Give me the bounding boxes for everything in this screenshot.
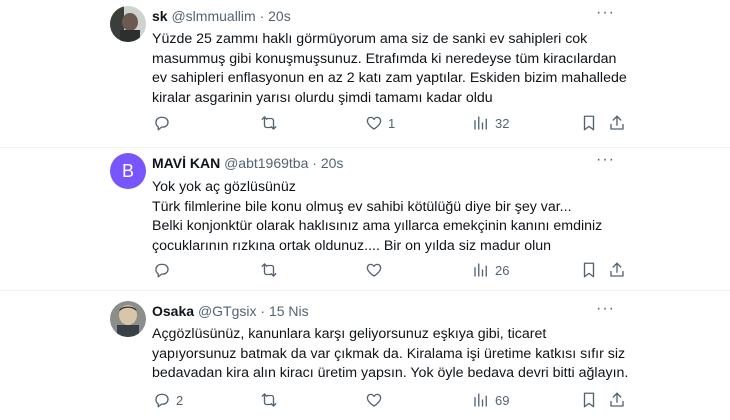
- user-handle[interactable]: @slmmuallim: [171, 8, 255, 24]
- tweet-line: Açgözlüsünüz, kanunlara karşı geliyorsun…: [152, 326, 547, 342]
- reply-icon: [155, 116, 169, 131]
- tweet-line: ev sahipleri enflasyonun en az 2 katı za…: [152, 70, 627, 86]
- like-button[interactable]: 1: [365, 113, 395, 133]
- views-icon: [474, 263, 487, 277]
- avatar-letter: B: [121, 160, 134, 181]
- avatar[interactable]: B: [110, 153, 146, 189]
- avatar[interactable]: [110, 301, 146, 337]
- tweet-line: yapıyorsunuz batmak da var çıkmak da. Ki…: [152, 345, 626, 362]
- views-icon: [474, 116, 487, 130]
- bookmark-icon: [583, 262, 595, 278]
- avatar-photo: [110, 6, 146, 42]
- reply-count: 2: [176, 392, 184, 408]
- bookmark-icon: [583, 115, 595, 131]
- views-icon: [474, 393, 487, 407]
- retweet-button[interactable]: [260, 390, 283, 410]
- reply-button[interactable]: 2: [153, 390, 183, 410]
- tweet-line: Yok yok aç gözlüsünüz: [152, 179, 296, 195]
- avatar-photo: [110, 301, 146, 337]
- more-icon[interactable]: ···: [596, 300, 615, 318]
- share-button[interactable]: [608, 390, 626, 410]
- action-bar: 1 32: [0, 113, 730, 133]
- timestamp[interactable]: 15 Nis: [269, 303, 309, 319]
- reply-button[interactable]: [153, 260, 176, 280]
- tweet-line: Yüzde 25 zammı haklı görmüyorum ama siz …: [152, 31, 588, 47]
- like-icon: [366, 393, 382, 407]
- tweet-line: Belki konjonktür olarak haklısınız ama y…: [152, 218, 603, 234]
- views-button[interactable]: 26: [472, 260, 509, 280]
- separator: ·: [260, 303, 266, 319]
- like-icon: [366, 116, 382, 130]
- share-button[interactable]: [608, 113, 626, 133]
- tweet-text: Açgözlüsünüz, kanunlara karşı geliyorsun…: [152, 325, 632, 384]
- share-icon: [610, 262, 624, 277]
- tweet-line: Türk filmlerine bile konu olmuş ev sahib…: [152, 198, 572, 215]
- bookmark-button[interactable]: [580, 260, 598, 280]
- views-button[interactable]: 69: [472, 390, 509, 410]
- separator: ·: [259, 8, 265, 24]
- user-handle[interactable]: @abt1969tba: [224, 155, 308, 171]
- tweet-line: kiralar asgarinin yarısı olurdu şimdi ta…: [152, 89, 493, 106]
- avatar[interactable]: [110, 6, 146, 42]
- separator: ·: [312, 155, 317, 171]
- view-count: 32: [495, 115, 510, 131]
- tweet-1[interactable]: sk @slmmuallim · 20s ··· Yüzde 25 zammı …: [0, 0, 730, 148]
- bookmark-button[interactable]: [580, 390, 598, 410]
- view-count: 26: [495, 262, 510, 278]
- timestamp[interactable]: 20s: [268, 8, 291, 24]
- tweet-line: bedavadan kira alın kiracı üretim yapsın…: [152, 365, 629, 381]
- bookmark-button[interactable]: [580, 113, 598, 133]
- display-name[interactable]: MAVİ KAN: [152, 155, 220, 171]
- retweet-button[interactable]: [260, 113, 283, 133]
- like-icon: [366, 263, 382, 277]
- share-button[interactable]: [608, 260, 626, 280]
- display-name[interactable]: sk: [152, 8, 168, 24]
- tweet-2[interactable]: B MAVİ KAN @abt1969tba · 20s ··· Yok yok…: [0, 148, 730, 291]
- like-count: 1: [388, 115, 396, 131]
- views-button[interactable]: 32: [472, 113, 509, 133]
- tweet-3[interactable]: Osaka @GTgsix · 15 Nis ··· Açgözlüsünüz,…: [0, 291, 730, 420]
- display-name[interactable]: Osaka: [152, 303, 194, 319]
- tweet-header: Osaka @GTgsix · 15 Nis: [152, 303, 309, 319]
- tweet-header: sk @slmmuallim · 20s: [152, 8, 291, 24]
- action-bar: 26: [0, 260, 730, 280]
- tweet-text: Yüzde 25 zammı haklı görmüyorum ama siz …: [152, 30, 632, 108]
- user-handle[interactable]: @GTgsix: [198, 303, 257, 319]
- more-icon[interactable]: ···: [596, 151, 615, 169]
- reply-icon: [155, 263, 169, 278]
- reply-button[interactable]: [153, 113, 176, 133]
- retweet-icon: [261, 263, 277, 277]
- tweet-line: çocuklarının rızkına ortak oldunuz.... B…: [152, 237, 552, 254]
- view-count: 69: [495, 392, 510, 408]
- share-icon: [610, 115, 624, 130]
- retweet-button[interactable]: [260, 260, 283, 280]
- more-icon[interactable]: ···: [596, 4, 615, 22]
- bookmark-icon: [583, 392, 595, 408]
- retweet-icon: [261, 393, 277, 407]
- tweet-header: MAVİ KAN @abt1969tba · 20s: [152, 155, 343, 171]
- share-icon: [610, 392, 624, 407]
- retweet-icon: [261, 116, 277, 130]
- action-bar: 2 69: [0, 390, 730, 410]
- like-button[interactable]: [365, 260, 388, 280]
- timestamp[interactable]: 20s: [321, 155, 344, 171]
- tweet-text: Yok yok aç gözlüsünüz Türk filmlerine bi…: [152, 178, 632, 256]
- reply-icon: [155, 393, 169, 408]
- like-button[interactable]: [365, 390, 388, 410]
- tweet-line: masummuş gibi konuşmuşsunuz. Etrafımda k…: [152, 50, 617, 67]
